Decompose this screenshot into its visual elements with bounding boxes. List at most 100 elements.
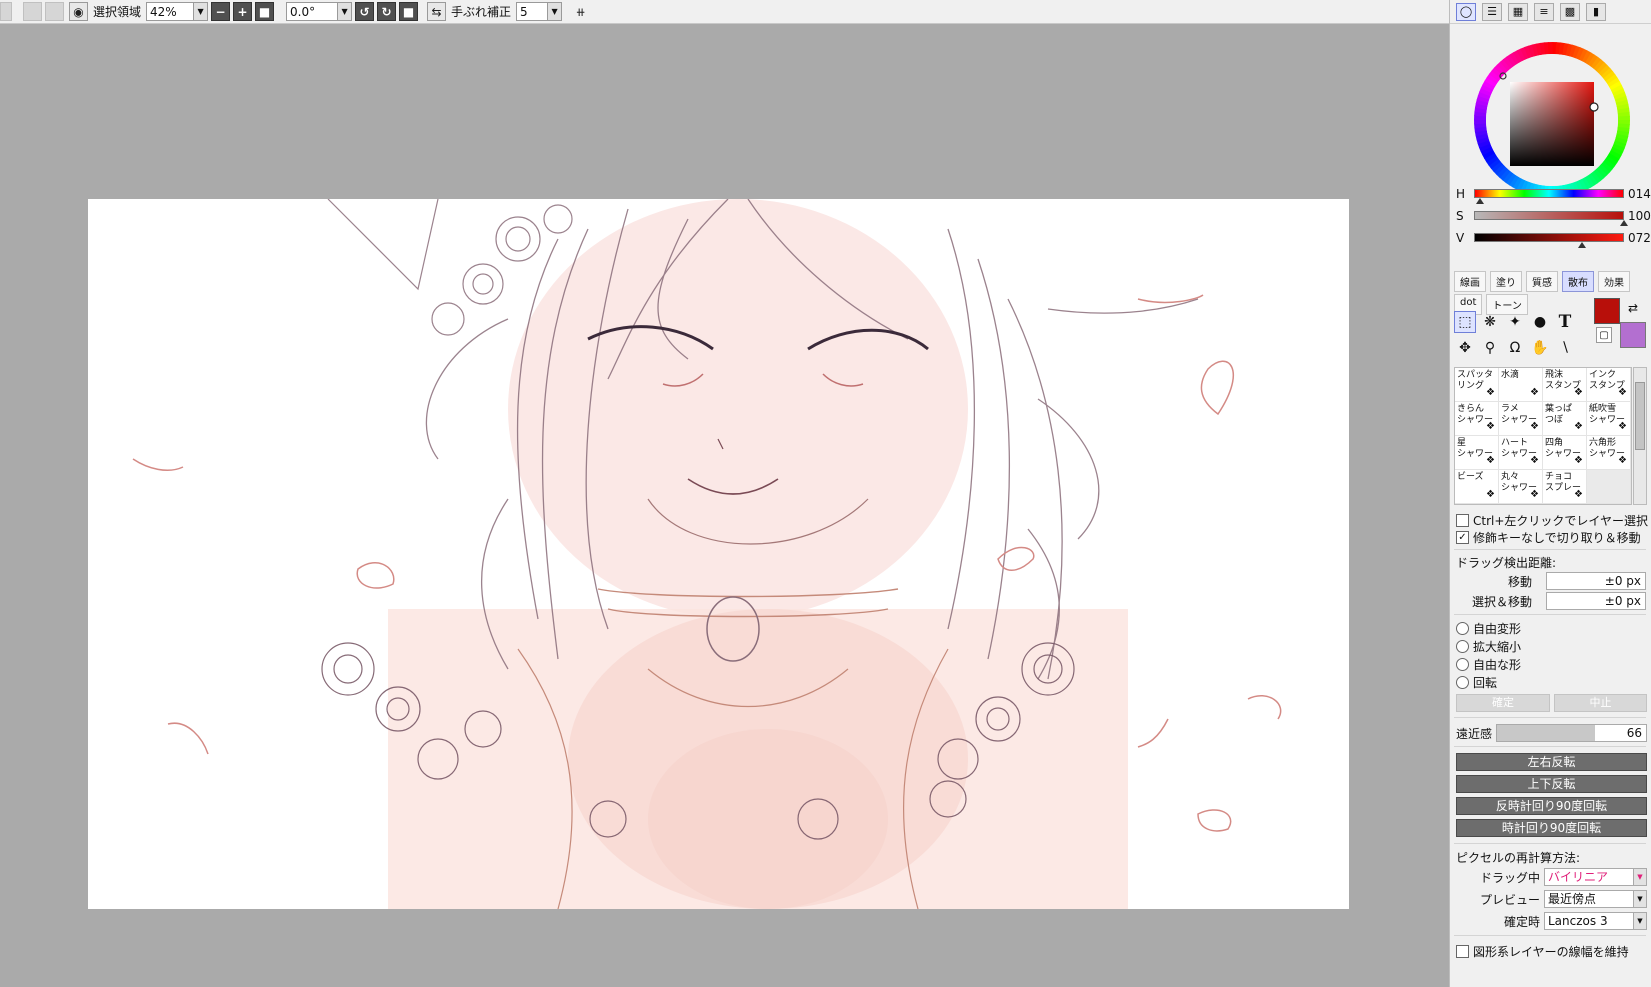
palette-list-tab-icon[interactable]: ≡ bbox=[1534, 2, 1554, 21]
text-tool-icon[interactable]: T bbox=[1554, 311, 1576, 333]
color-wheel-tab-icon[interactable]: ◯ bbox=[1456, 2, 1476, 21]
brush-item[interactable]: インク スタンプ ❖ bbox=[1587, 368, 1631, 402]
brush-item[interactable]: スパッタ リング ❖ bbox=[1455, 368, 1499, 402]
chevron-down-icon[interactable]: ▼ bbox=[337, 3, 352, 20]
zoom-reset-button[interactable]: ■ bbox=[255, 2, 275, 21]
scratchpad-tab-icon[interactable]: ▮ bbox=[1586, 2, 1606, 21]
eyedropper-icon[interactable]: ∖ bbox=[1554, 337, 1576, 359]
saturation-slider[interactable] bbox=[1474, 211, 1624, 220]
brush-item[interactable]: 四角 シャワー ❖ bbox=[1543, 436, 1587, 470]
rotate-ccw-icon[interactable]: ↺ bbox=[355, 2, 375, 21]
brush-item[interactable]: きらん シャワー ❖ bbox=[1455, 402, 1499, 436]
move-distance-input[interactable]: ±0 px bbox=[1546, 572, 1646, 590]
rect-select-icon[interactable]: ⬚ bbox=[1454, 311, 1476, 333]
chevron-down-icon[interactable]: ▼ bbox=[1633, 869, 1646, 885]
confirm-button[interactable]: 確定 bbox=[1456, 694, 1550, 712]
rgb-sliders-tab-icon[interactable]: ☰ bbox=[1482, 2, 1502, 21]
brush-item[interactable]: 紙吹雪 シャワー ❖ bbox=[1587, 402, 1631, 436]
color-wheel[interactable] bbox=[1450, 24, 1651, 198]
brush-dots-icon: ❖ bbox=[1618, 421, 1627, 432]
saturation-marker[interactable] bbox=[1620, 220, 1628, 226]
rotate-view-icon[interactable]: Ω bbox=[1504, 337, 1526, 359]
hand-icon[interactable]: ✋ bbox=[1529, 337, 1551, 359]
straight-line-icon[interactable]: ⧺ bbox=[571, 2, 590, 21]
brush-tab-row1-2[interactable]: 質感 bbox=[1526, 271, 1558, 292]
brush-tab-row1-4[interactable]: 効果 bbox=[1598, 271, 1630, 292]
perspective-slider[interactable]: 66 bbox=[1496, 724, 1647, 742]
eye-icon[interactable]: ◉ bbox=[69, 2, 88, 21]
free-transform-option[interactable]: 自由変形 bbox=[1456, 620, 1521, 637]
ctrl-click-option[interactable]: Ctrl+左クリックでレイヤー選択 bbox=[1456, 512, 1648, 529]
rotate-reset-button[interactable]: ■ bbox=[399, 2, 419, 21]
modifier-checkbox[interactable]: ✓ bbox=[1456, 531, 1469, 544]
brush-item[interactable]: 丸々 シャワー ❖ bbox=[1499, 470, 1543, 504]
scale-radio[interactable] bbox=[1456, 640, 1469, 653]
brush-grid-scrollbar[interactable] bbox=[1633, 367, 1647, 505]
angle-value: 0.0° bbox=[290, 4, 316, 19]
brush-tab-row1-3[interactable]: 散布 bbox=[1562, 271, 1594, 292]
preview-select[interactable]: 最近傍点 ▼ bbox=[1544, 890, 1647, 908]
swatches-tab-icon[interactable]: ▩ bbox=[1560, 2, 1580, 21]
next-button[interactable] bbox=[45, 2, 64, 21]
keep-stroke-checkbox[interactable] bbox=[1456, 945, 1469, 958]
hsv-sliders-tab-icon[interactable]: ▦ bbox=[1508, 2, 1528, 21]
scale-option[interactable]: 拡大縮小 bbox=[1456, 638, 1521, 655]
zoom-out-button[interactable]: − bbox=[211, 2, 231, 21]
confirm-resample-select[interactable]: Lanczos 3 ▼ bbox=[1544, 912, 1647, 930]
flip-horizontal-button[interactable]: 左右反転 bbox=[1456, 753, 1647, 771]
lasso-icon[interactable]: ❋ bbox=[1479, 311, 1501, 333]
brush-item[interactable]: 水滴 ❖ bbox=[1499, 368, 1543, 402]
chevron-down-icon[interactable]: ▼ bbox=[1633, 891, 1646, 907]
brush-item[interactable]: ラメ シャワー ❖ bbox=[1499, 402, 1543, 436]
value-slider[interactable] bbox=[1474, 233, 1624, 242]
swap-colors-icon[interactable]: ⇄ bbox=[1622, 297, 1644, 319]
brush-item[interactable]: チョコ スプレー ❖ bbox=[1543, 470, 1587, 504]
chevron-down-icon[interactable]: ▼ bbox=[1633, 913, 1646, 929]
free-shape-option[interactable]: 自由な形 bbox=[1456, 656, 1521, 673]
chevron-down-icon[interactable]: ▼ bbox=[547, 3, 562, 20]
stabilizer-select[interactable]: 5 ▼ bbox=[516, 2, 563, 21]
undo-button[interactable]: ​ bbox=[0, 2, 12, 21]
brush-tab-row1-0[interactable]: 線画 bbox=[1454, 271, 1486, 292]
hue-slider[interactable] bbox=[1474, 189, 1624, 198]
rotate-cw-icon[interactable]: ↻ bbox=[377, 2, 397, 21]
flip-icon[interactable]: ⇆ bbox=[427, 2, 447, 21]
brush-item[interactable]: ハート シャワー ❖ bbox=[1499, 436, 1543, 470]
rotate-cw-button[interactable]: 時計回り90度回転 bbox=[1456, 819, 1647, 837]
value-marker[interactable] bbox=[1578, 242, 1586, 248]
zoom-in-button[interactable]: + bbox=[233, 2, 253, 21]
magic-wand-icon[interactable]: ✦ bbox=[1504, 311, 1526, 333]
brush-item[interactable]: 星シャワー ❖ bbox=[1455, 436, 1499, 470]
canvas-area[interactable] bbox=[0, 25, 1449, 987]
drawing-canvas[interactable] bbox=[88, 199, 1349, 909]
select-move-distance-input[interactable]: ±0 px bbox=[1546, 592, 1646, 610]
dragging-select[interactable]: バイリニア ▼ bbox=[1544, 868, 1647, 886]
zoom-icon[interactable]: ⚲ bbox=[1479, 337, 1501, 359]
move-icon[interactable]: ✥ bbox=[1454, 337, 1476, 359]
zoom-select[interactable]: 42% ▼ bbox=[146, 2, 209, 21]
rotate-radio[interactable] bbox=[1456, 676, 1469, 689]
brush-tab-row1-1[interactable]: 塗り bbox=[1490, 271, 1522, 292]
ctrl-click-checkbox[interactable] bbox=[1456, 514, 1469, 527]
prev-button[interactable] bbox=[23, 2, 42, 21]
shape-icon[interactable]: ● bbox=[1529, 311, 1551, 333]
background-color-swatch[interactable] bbox=[1620, 322, 1646, 348]
brush-item[interactable]: 飛沫 スタンプ ❖ bbox=[1543, 368, 1587, 402]
modifier-option[interactable]: ✓ 修飾キーなしで切り取り＆移動 bbox=[1456, 529, 1641, 546]
brush-item[interactable]: 葉っぱ つぼ ❖ bbox=[1543, 402, 1587, 436]
foreground-color-swatch[interactable] bbox=[1594, 298, 1620, 324]
rotate-ccw-button[interactable]: 反時計回り90度回転 bbox=[1456, 797, 1647, 815]
hue-marker[interactable] bbox=[1476, 198, 1484, 204]
chevron-down-icon[interactable]: ▼ bbox=[193, 3, 208, 20]
keep-stroke-option[interactable]: 図形系レイヤーの線幅を維持 bbox=[1456, 943, 1629, 960]
angle-select[interactable]: 0.0° ▼ bbox=[286, 2, 353, 21]
cancel-button[interactable]: 中止 bbox=[1554, 694, 1647, 712]
brush-item[interactable]: 六角形 シャワー ❖ bbox=[1587, 436, 1631, 470]
rotate-option[interactable]: 回転 bbox=[1456, 674, 1497, 691]
brush-item[interactable]: ビーズ ❖ bbox=[1455, 470, 1499, 504]
free-shape-radio[interactable] bbox=[1456, 658, 1469, 671]
flip-vertical-button[interactable]: 上下反転 bbox=[1456, 775, 1647, 793]
scrollbar-thumb[interactable] bbox=[1635, 382, 1645, 450]
transparent-color-icon[interactable]: ▢ bbox=[1596, 327, 1612, 343]
free-transform-radio[interactable] bbox=[1456, 622, 1469, 635]
